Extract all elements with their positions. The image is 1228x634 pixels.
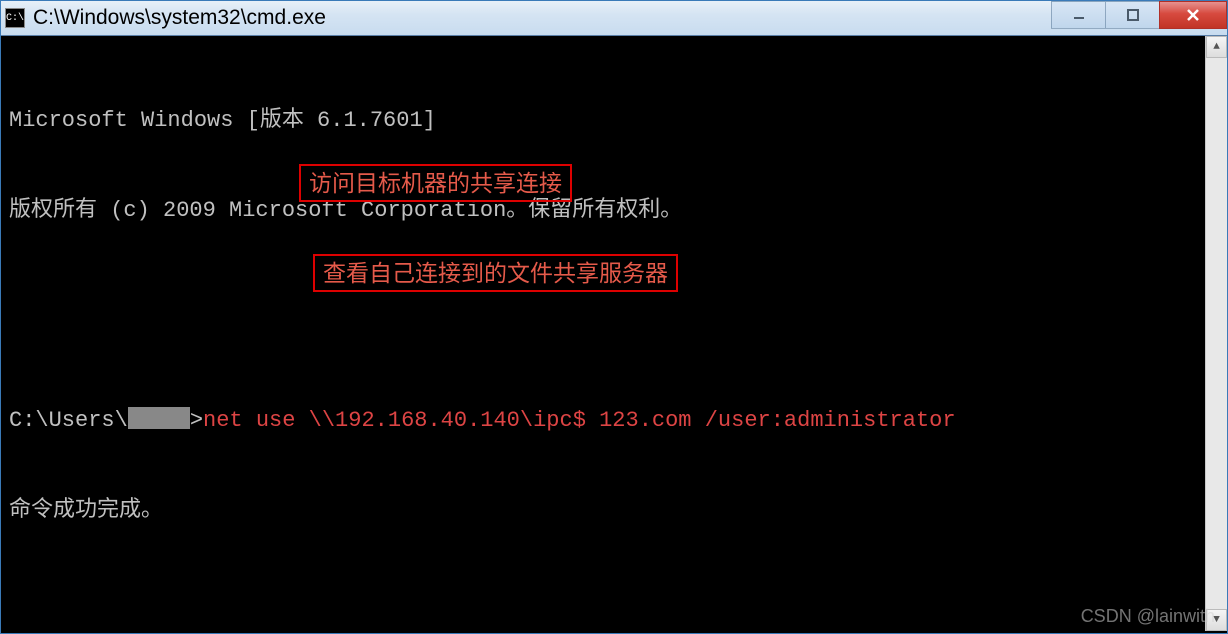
titlebar[interactable]: C:\ C:\Windows\system32\cmd.exe [1, 1, 1227, 36]
close-button[interactable] [1159, 1, 1227, 29]
cmd-icon: C:\ [5, 8, 25, 28]
window-title: C:\Windows\system32\cmd.exe [33, 6, 326, 30]
annotation-2: 查看自己连接到的文件共享服务器 [313, 254, 678, 292]
redacted-username-1 [128, 407, 190, 429]
command-line-1: C:\Users\>net use \\192.168.40.140\ipc$ … [9, 406, 1217, 436]
vertical-scrollbar[interactable]: ▲ ▼ [1205, 36, 1227, 631]
minimize-button[interactable] [1051, 1, 1106, 29]
command-1-text: net use \\192.168.40.140\ipc$ 123.com /u… [203, 408, 956, 433]
version-line: Microsoft Windows [版本 6.1.7601] [9, 106, 1217, 136]
terminal-area[interactable]: Microsoft Windows [版本 6.1.7601] 版权所有 (c)… [1, 36, 1225, 631]
cmd-window: C:\ C:\Windows\system32\cmd.exe Microsof… [0, 0, 1228, 634]
window-controls [1052, 1, 1227, 31]
result-1: 命令成功完成。 [9, 496, 1217, 526]
scroll-track[interactable] [1206, 58, 1227, 609]
scroll-up-button[interactable]: ▲ [1206, 36, 1227, 58]
blank-line [9, 586, 1217, 616]
watermark: CSDN @lainwith [1081, 606, 1215, 627]
copyright-line: 版权所有 (c) 2009 Microsoft Corporation。保留所有… [9, 196, 1217, 226]
maximize-button[interactable] [1105, 1, 1160, 29]
prompt-1: C:\Users\ [9, 408, 128, 433]
annotation-1: 访问目标机器的共享连接 [299, 164, 572, 202]
